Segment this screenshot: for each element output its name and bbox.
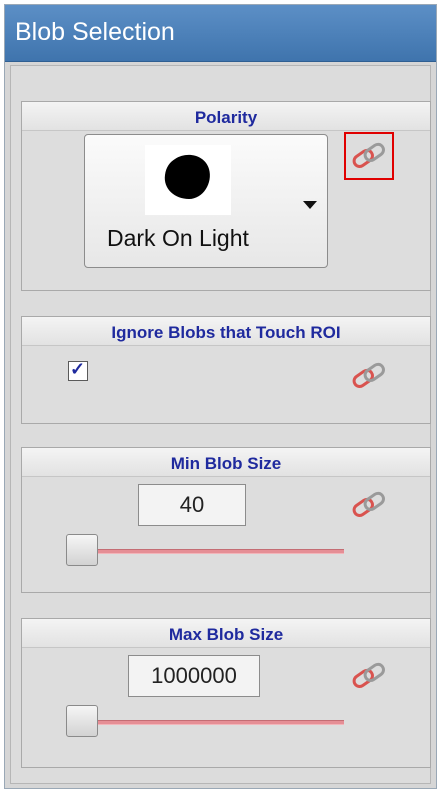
- chain-link-icon[interactable]: [349, 661, 389, 691]
- min-blob-size-input[interactable]: 40: [138, 484, 246, 526]
- panel-title: Blob Selection: [15, 18, 175, 46]
- blob-selection-panel: Blob Selection Polarity Dark On Light Ig…: [4, 4, 437, 789]
- chain-link-icon[interactable]: [349, 361, 389, 391]
- ignore-blobs-checkbox[interactable]: ✓: [68, 359, 88, 381]
- min-blob-size-title: Min Blob Size: [170, 454, 282, 473]
- max-blob-size-title: Max Blob Size: [168, 625, 284, 644]
- polarity-selected-value: Dark On Light: [107, 225, 249, 251]
- ignore-blobs-title: Ignore Blobs that Touch ROI: [111, 323, 341, 342]
- max-blob-size-group: Max Blob Size 1000000: [21, 618, 431, 768]
- max-blob-size-input[interactable]: 1000000: [128, 655, 260, 697]
- blob-preview-image: [145, 145, 231, 215]
- polarity-dropdown[interactable]: Dark On Light: [84, 134, 328, 268]
- polarity-group: Polarity Dark On Light: [21, 101, 431, 291]
- min-blob-size-group: Min Blob Size 40: [21, 447, 431, 593]
- max-blob-size-slider-thumb[interactable]: [66, 705, 98, 737]
- polarity-title: Polarity: [194, 108, 258, 127]
- ignore-blobs-group: Ignore Blobs that Touch ROI ✓: [21, 316, 431, 424]
- dropdown-arrow-icon: [303, 201, 317, 209]
- check-icon: ✓: [70, 359, 86, 379]
- min-blob-size-slider-thumb[interactable]: [66, 534, 98, 566]
- max-blob-size-slider-track[interactable]: [86, 720, 344, 725]
- min-blob-size-slider-track[interactable]: [86, 549, 344, 554]
- panel-header: Blob Selection: [5, 5, 436, 62]
- chain-link-icon[interactable]: [349, 141, 389, 171]
- chain-link-icon[interactable]: [349, 490, 389, 520]
